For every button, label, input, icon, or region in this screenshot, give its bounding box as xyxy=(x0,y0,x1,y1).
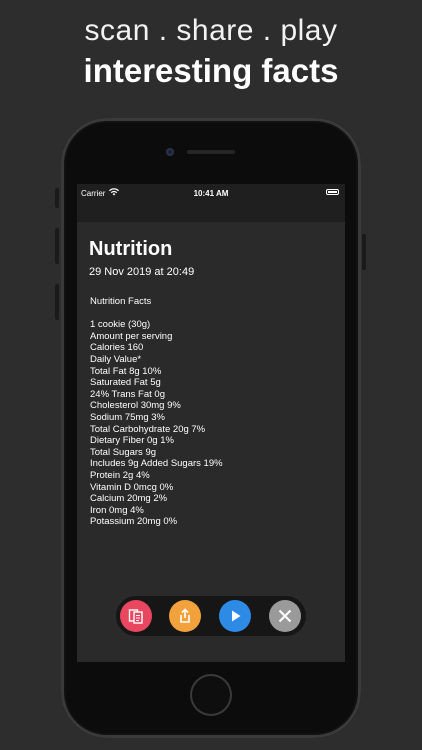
note-line: Saturated Fat 5g xyxy=(90,377,161,389)
close-icon xyxy=(278,609,292,623)
note-line: 24% Trans Fat 0g xyxy=(90,388,165,400)
nav-bar xyxy=(77,202,345,222)
note-line: Vitamin D 0mcg 0% xyxy=(90,481,174,493)
home-button[interactable] xyxy=(190,674,232,716)
note-line xyxy=(90,308,335,320)
note-line: Daily Value* xyxy=(90,353,142,365)
play-icon xyxy=(232,610,241,622)
note-line: Amount per serving xyxy=(90,330,173,342)
note-line: Total Carbohydrate 20g 7% xyxy=(90,423,206,435)
phone-volume-up xyxy=(55,228,59,264)
status-time: 10:41 AM xyxy=(193,189,229,198)
phone-screen: Carrier 10:41 AM Nutrition 29 Nov 2019 a… xyxy=(77,184,345,662)
note-date: 29 Nov 2019 at 20:49 xyxy=(89,266,195,278)
phone-mute-switch xyxy=(55,188,59,208)
cards-icon xyxy=(128,609,143,624)
play-button[interactable] xyxy=(219,600,251,632)
note-line: Total Sugars 9g xyxy=(90,446,157,458)
note-line: Calories 160 xyxy=(90,342,144,354)
note-line: Total Fat 8g 10% xyxy=(90,365,162,377)
promo-tagline: scan . share . play xyxy=(84,14,338,47)
cards-button[interactable] xyxy=(120,600,152,632)
note-line: Sodium 75mg 3% xyxy=(90,411,165,423)
note-line: 1 cookie (30g) xyxy=(90,319,151,331)
promo-headline: interesting facts xyxy=(83,52,339,89)
note-body[interactable]: Nutrition Facts 1 cookie (30g) Amount pe… xyxy=(90,296,335,528)
note-line: Protein 2g 4% xyxy=(90,469,150,481)
status-bar: Carrier 10:41 AM xyxy=(77,184,345,202)
close-button[interactable] xyxy=(269,600,301,632)
note-line: Calcium 20mg 2% xyxy=(90,493,168,505)
note-line: Nutrition Facts xyxy=(90,296,152,307)
note-line: Potassium 20mg 0% xyxy=(90,516,178,528)
battery-icon xyxy=(326,189,339,195)
share-button[interactable] xyxy=(169,600,201,632)
note-title: Nutrition xyxy=(89,238,173,260)
share-icon xyxy=(180,608,190,623)
note-line: Cholesterol 30mg 9% xyxy=(90,400,181,412)
phone-power-button xyxy=(362,234,366,270)
earpiece-speaker xyxy=(187,150,235,154)
note-line: Iron 0mg 4% xyxy=(90,504,144,516)
note-line: Includes 9g Added Sugars 19% xyxy=(90,458,223,470)
front-camera xyxy=(166,148,174,156)
phone-volume-down xyxy=(55,284,59,320)
action-toolbar xyxy=(116,596,306,636)
note-line: Dietary Fiber 0g 1% xyxy=(90,435,174,447)
